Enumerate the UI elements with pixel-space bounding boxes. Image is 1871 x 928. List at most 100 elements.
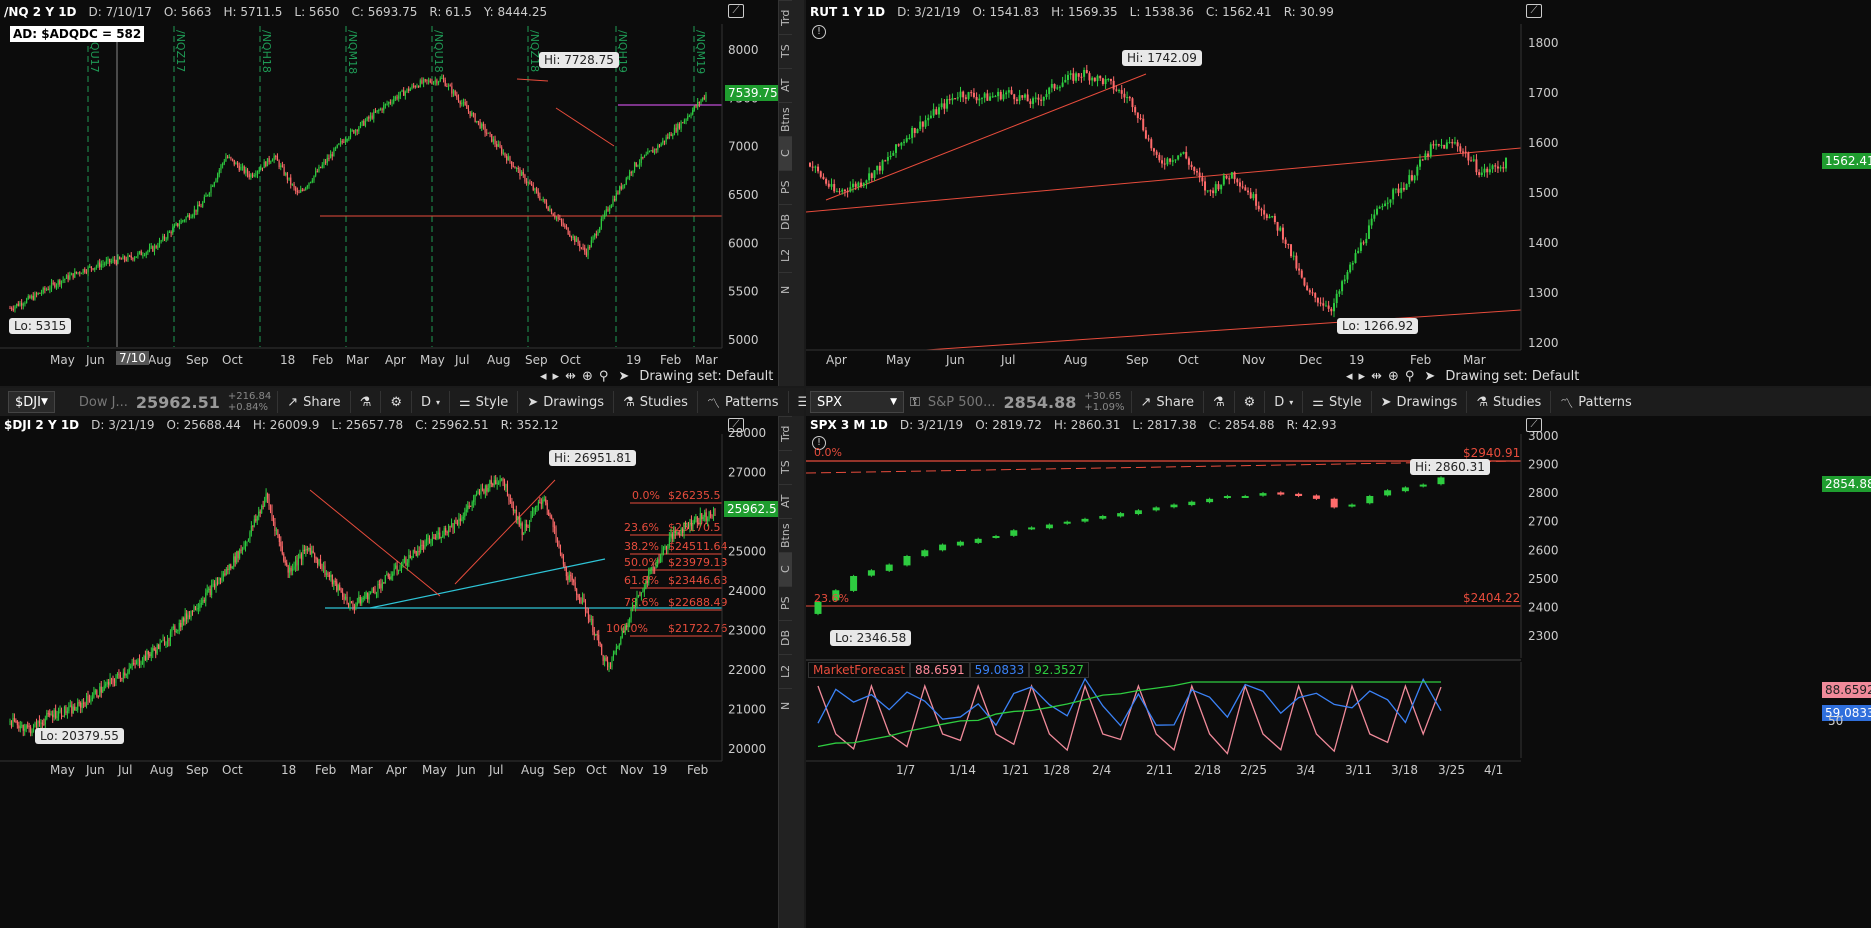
- zoom-icon[interactable]: ⚲: [599, 369, 609, 384]
- candle: [939, 544, 947, 551]
- sidebar-tab-ts[interactable]: TS: [779, 34, 792, 68]
- dji-chart-pane[interactable]: 0.0% $26235.5 23.6% $25170.5 38.2% $24511.64 5…: [0, 416, 778, 928]
- scroll-left-icon[interactable]: ◂: [540, 369, 547, 384]
- nq-symbol[interactable]: /NQ 2 Y 1D: [0, 5, 83, 19]
- candle: [269, 506, 272, 511]
- candle: [434, 537, 436, 539]
- nq-chart-settings-icon[interactable]: ⟋: [728, 4, 744, 18]
- candle: [243, 546, 245, 549]
- scroll-right-icon[interactable]: ▸: [1359, 369, 1366, 384]
- candle: [41, 722, 43, 725]
- candle: [174, 626, 176, 633]
- candle: [585, 251, 588, 256]
- spx-patterns-button[interactable]: 〽 Patterns: [1550, 391, 1641, 413]
- candle: [110, 261, 112, 263]
- sidebar-tab-btns[interactable]: Btns: [779, 518, 792, 552]
- pointer-icon[interactable]: ➤: [1424, 369, 1435, 384]
- dji-symbol-select[interactable]: $DJI ▼: [8, 391, 55, 413]
- candle: [534, 507, 536, 512]
- scroll-left-icon[interactable]: ◂: [1346, 369, 1353, 384]
- dji-flask-button[interactable]: ⚗: [349, 391, 381, 413]
- dji-patterns-button[interactable]: 〽 Patterns: [696, 391, 788, 413]
- sidebar-tab-n[interactable]: N: [779, 272, 792, 306]
- nq-date: D: 7/10/17: [88, 5, 152, 19]
- candle: [592, 236, 594, 241]
- spx-gear-button[interactable]: ⚙: [1233, 391, 1265, 413]
- spx-chart-settings-icon[interactable]: ⟋: [1526, 418, 1542, 432]
- sidebar-tab-n[interactable]: N: [779, 688, 792, 722]
- candle: [509, 156, 511, 162]
- sidebar-tab-at[interactable]: AT: [779, 68, 792, 102]
- spx-chart-pane[interactable]: 3000 2900 2800 2700 2600 2500 2400 2300 1/7 1/14 1…: [806, 416, 1871, 928]
- spx-flask-button[interactable]: ⚗: [1202, 391, 1234, 413]
- rut-drawing-set[interactable]: Drawing set: Default: [1445, 369, 1579, 384]
- spx-period-button[interactable]: D ▾: [1264, 391, 1302, 413]
- sidebar-tab-btns[interactable]: Btns: [779, 102, 792, 136]
- candle: [165, 643, 167, 646]
- spx-drawings-button[interactable]: ➤ Drawings: [1370, 391, 1467, 413]
- dji-studies-button[interactable]: ⚗ Studies: [613, 391, 697, 413]
- candle: [21, 725, 23, 727]
- candle: [658, 145, 661, 147]
- spx-style-button[interactable]: ⚌ Style: [1302, 391, 1370, 413]
- sidebar-tab-l2[interactable]: L2: [779, 238, 792, 272]
- dji-share-button[interactable]: ↗ Share: [277, 391, 349, 413]
- crosshair-icon[interactable]: ⊕: [582, 369, 593, 384]
- sidebar-tab-db[interactable]: DB: [779, 620, 792, 654]
- sidebar-tab-at[interactable]: AT: [779, 484, 792, 518]
- dji-period-button[interactable]: D ▾: [410, 391, 449, 413]
- rut-chart-pane[interactable]: 1800 1700 1600 1500 1400 1300 1200 Apr May Jun Jul…: [806, 0, 1871, 386]
- dji-header-symbol[interactable]: $DJI 2 Y 1D: [0, 418, 85, 432]
- lock-icon[interactable]: ⚿: [910, 395, 920, 410]
- spx-share-button[interactable]: ↗ Share: [1130, 391, 1203, 413]
- candle: [1365, 238, 1368, 244]
- pointer-icon[interactable]: ➤: [618, 369, 629, 384]
- dji-drawings-button[interactable]: ➤ Drawings: [517, 391, 613, 413]
- sidebar-tab-trd[interactable]: Trd: [779, 0, 792, 34]
- rut-symbol[interactable]: RUT 1 Y 1D: [806, 5, 891, 19]
- sidebar-tab-ps[interactable]: PS: [779, 170, 792, 204]
- sidebar-tab-ps[interactable]: PS: [779, 586, 792, 620]
- candle: [277, 530, 279, 536]
- sidebar-tab-ts[interactable]: TS: [779, 450, 792, 484]
- candle: [497, 144, 499, 147]
- dji-chart-plot[interactable]: 0.0% $26235.523.6% $25170.538.2% $24511.645…: [0, 416, 778, 928]
- sidebar-tab-trd[interactable]: Trd: [779, 416, 792, 450]
- sidebar-tab-c[interactable]: C: [779, 552, 792, 586]
- scroll-right-icon[interactable]: ▸: [553, 369, 560, 384]
- dji-style-button[interactable]: ⚌ Style: [449, 391, 517, 413]
- candle: [573, 580, 575, 583]
- candle: [610, 205, 612, 208]
- dji-gear-button[interactable]: ⚙: [380, 391, 411, 413]
- candle: [502, 152, 504, 154]
- candle: [1443, 144, 1446, 149]
- rut-alert-icon[interactable]: !: [812, 25, 826, 39]
- candle: [1220, 184, 1223, 190]
- candle: [219, 577, 222, 581]
- sidebar-tab-c[interactable]: C: [779, 136, 792, 170]
- y-tick: 7000: [728, 140, 759, 154]
- candle: [240, 549, 242, 551]
- candle: [533, 511, 535, 513]
- candle: [819, 171, 822, 177]
- spx-symbol-select[interactable]: SPX ▼: [810, 391, 904, 413]
- candle: [548, 509, 550, 516]
- sidebar-tab-l2[interactable]: L2: [779, 654, 792, 688]
- crosshair-icon[interactable]: ⊕: [1388, 369, 1399, 384]
- rut-chart-settings-icon[interactable]: ⟋: [1526, 4, 1542, 18]
- candle: [865, 180, 868, 184]
- spx-studies-button[interactable]: ⚗ Studies: [1466, 391, 1550, 413]
- dji-chart-settings-icon[interactable]: ⟋: [728, 418, 744, 432]
- nq-drawing-set[interactable]: Drawing set: Default: [639, 369, 773, 384]
- sidebar-tab-db[interactable]: DB: [779, 204, 792, 238]
- spx-header-symbol[interactable]: SPX 3 M 1D: [806, 418, 894, 432]
- candle: [323, 161, 325, 165]
- expand-icon[interactable]: ⇹: [1371, 369, 1382, 384]
- candle: [260, 167, 262, 171]
- zoom-icon[interactable]: ⚲: [1405, 369, 1415, 384]
- candle: [677, 123, 679, 132]
- nq-chart-plot[interactable]: /NQU17/NQZ17/NQH18/NQM18/NQU18/NQZ18/NQH…: [0, 0, 778, 386]
- expand-icon[interactable]: ⇹: [565, 369, 576, 384]
- study-name[interactable]: MarketForecast: [808, 662, 911, 678]
- nq-chart-pane[interactable]: /NQU17/NQZ17/NQH18/NQM18/NQU18/NQZ18/NQH…: [0, 0, 778, 386]
